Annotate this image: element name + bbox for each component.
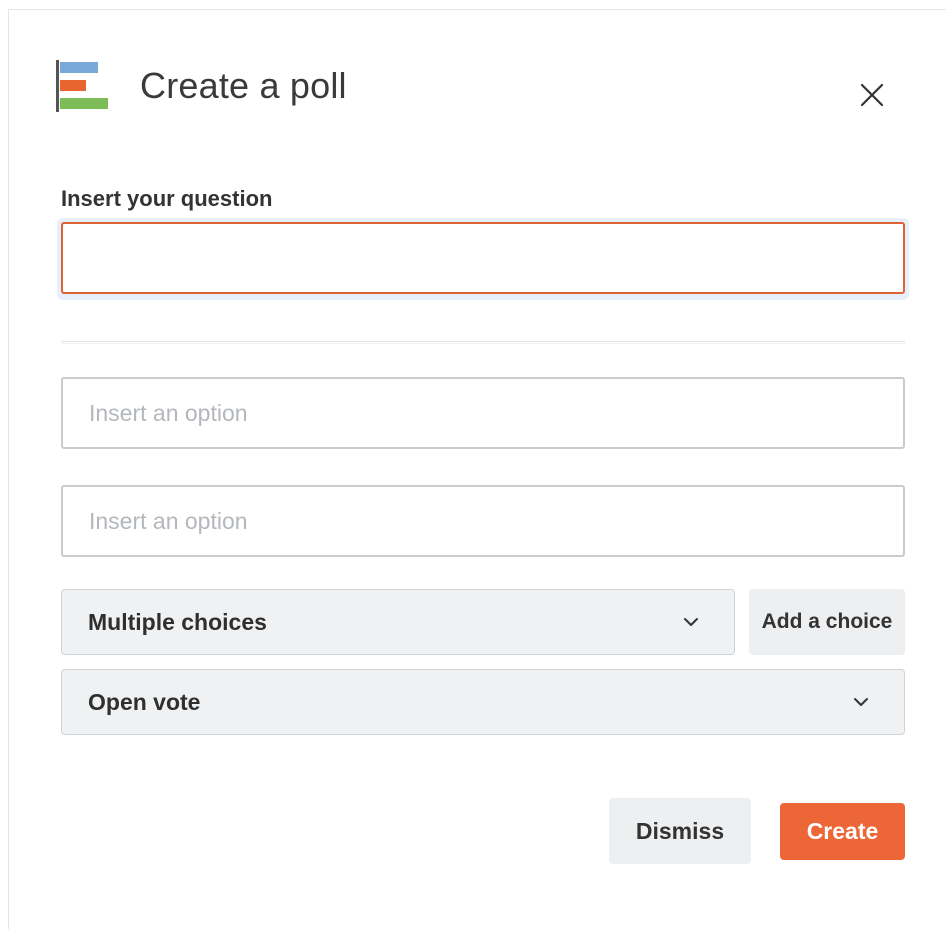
dismiss-button[interactable]: Dismiss xyxy=(609,798,751,864)
question-input[interactable] xyxy=(61,222,905,294)
create-button[interactable]: Create xyxy=(780,803,905,860)
choice-type-value: Multiple choices xyxy=(88,608,267,635)
vote-type-select[interactable]: Open vote xyxy=(61,669,905,735)
add-choice-button[interactable]: Add a choice xyxy=(749,589,905,655)
chevron-down-icon xyxy=(684,618,698,626)
close-button[interactable] xyxy=(857,80,887,110)
option-input-1[interactable] xyxy=(61,377,905,449)
option-input-2[interactable] xyxy=(61,485,905,557)
dialog-title: Create a poll xyxy=(140,65,347,106)
question-label: Insert your question xyxy=(61,186,273,211)
chevron-down-icon xyxy=(854,698,868,706)
poll-chart-icon xyxy=(56,60,108,112)
vote-type-value: Open vote xyxy=(88,688,201,715)
dialog-header: Create a poll xyxy=(56,60,347,112)
create-poll-dialog xyxy=(8,9,946,929)
choice-type-select[interactable]: Multiple choices xyxy=(61,589,735,655)
close-icon xyxy=(860,83,884,107)
divider xyxy=(61,341,905,344)
